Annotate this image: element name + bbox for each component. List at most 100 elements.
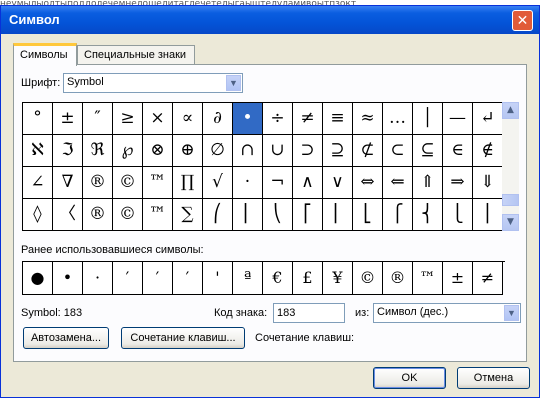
symbol-cell[interactable]: ⇑: [413, 167, 443, 199]
symbol-cell[interactable]: ℘: [113, 135, 143, 167]
symbol-cell[interactable]: ∉: [473, 135, 503, 167]
recent-symbol-cell[interactable]: •: [53, 262, 83, 295]
scroll-up-icon[interactable]: ▲: [502, 102, 519, 119]
scroll-down-icon[interactable]: ▼: [502, 214, 519, 231]
symbol-cell[interactable]: ·: [233, 167, 263, 199]
symbol-cell[interactable]: ⊃: [293, 135, 323, 167]
symbol-cell[interactable]: ℑ: [53, 135, 83, 167]
symbol-cell[interactable]: ⇒: [443, 167, 473, 199]
recent-symbol-cell[interactable]: ′: [173, 262, 203, 295]
symbol-cell[interactable]: ⎣: [353, 199, 383, 231]
symbol-cell[interactable]: ∏: [173, 167, 203, 199]
font-select[interactable]: Symbol ▼: [63, 73, 243, 93]
symbol-cell[interactable]: ®: [83, 199, 113, 231]
symbol-cell[interactable]: ⎧: [383, 199, 413, 231]
recent-symbol-cell[interactable]: ©: [353, 262, 383, 295]
symbol-cell[interactable]: ⎩: [443, 199, 473, 231]
recent-symbol-cell[interactable]: €: [263, 262, 293, 295]
chevron-down-icon[interactable]: ▼: [504, 305, 519, 321]
symbol-cell[interactable]: ⎝: [263, 199, 293, 231]
symbol-cell[interactable]: ⇓: [473, 167, 503, 199]
code-input[interactable]: 183: [273, 303, 345, 323]
recent-symbol-cell[interactable]: ≠: [473, 262, 503, 295]
symbol-cell[interactable]: ×: [143, 103, 173, 135]
symbol-cell[interactable]: ⎢: [323, 199, 353, 231]
recent-symbol-cell[interactable]: ¥: [323, 262, 353, 295]
symbol-cell[interactable]: ℜ: [83, 135, 113, 167]
symbol-cell[interactable]: ≥: [113, 103, 143, 135]
symbol-cell[interactable]: ⊄: [353, 135, 383, 167]
recent-symbol-cell[interactable]: ±: [443, 262, 473, 295]
shortcut-key-button[interactable]: Сочетание клавиш...: [121, 327, 245, 349]
symbol-cell[interactable]: ⎨: [413, 199, 443, 231]
symbol-cell[interactable]: ≡: [323, 103, 353, 135]
symbol-cell[interactable]: ⊆: [413, 135, 443, 167]
symbol-cell[interactable]: ⊂: [383, 135, 413, 167]
symbol-cell[interactable]: ⎡: [293, 199, 323, 231]
recent-symbol-cell[interactable]: ●: [23, 262, 53, 295]
symbol-cell[interactable]: √: [203, 167, 233, 199]
encoding-select[interactable]: Символ (дес.) ▼: [373, 303, 521, 323]
ok-button[interactable]: OK: [373, 367, 446, 389]
recent-symbol-cell[interactable]: ′: [113, 262, 143, 295]
symbol-cell[interactable]: ℵ: [23, 135, 53, 167]
tab-symbols[interactable]: Символы: [13, 43, 77, 66]
recent-symbol-cell[interactable]: ': [203, 262, 233, 295]
scroll-thumb[interactable]: [502, 194, 519, 206]
symbol-cell[interactable]: ∨: [323, 167, 353, 199]
symbol-cell[interactable]: 〈: [53, 199, 83, 231]
recent-symbol-cell[interactable]: ′: [143, 262, 173, 295]
symbol-cell[interactable]: ∇: [53, 167, 83, 199]
symbol-cell[interactable]: ∧: [293, 167, 323, 199]
cancel-button[interactable]: Отмена: [457, 367, 530, 389]
close-button[interactable]: ✕: [512, 10, 533, 31]
symbol-cell[interactable]: ∩: [233, 135, 263, 167]
symbol-cell[interactable]: ∑: [173, 199, 203, 231]
autocorrect-button[interactable]: Автозамена...: [23, 327, 109, 349]
symbol-cell[interactable]: ◊: [23, 199, 53, 231]
symbol-cell[interactable]: ≠: [293, 103, 323, 135]
symbol-cell[interactable]: ©: [113, 167, 143, 199]
symbol-cell[interactable]: —: [443, 103, 473, 135]
symbol-cell[interactable]: ∅: [203, 135, 233, 167]
symbol-cell[interactable]: …: [383, 103, 413, 135]
symbol-cell[interactable]: ⊗: [143, 135, 173, 167]
recent-symbols-label: Ранее использовавшиеся символы:: [21, 244, 204, 256]
symbol-cell[interactable]: ∝: [173, 103, 203, 135]
symbol-cell[interactable]: ⎜: [233, 199, 263, 231]
dialog-title: Символ: [9, 12, 60, 27]
symbol-cell[interactable]: ⎛: [203, 199, 233, 231]
recent-symbol-cell[interactable]: £: [293, 262, 323, 295]
symbol-cell[interactable]: ©: [113, 199, 143, 231]
tab-special-characters[interactable]: Специальные знаки: [77, 45, 195, 64]
symbol-cell[interactable]: ™: [143, 199, 173, 231]
recent-symbol-cell[interactable]: ™: [413, 262, 443, 295]
recent-symbol-cell[interactable]: ®: [383, 262, 413, 295]
symbol-cell[interactable]: ⎪: [473, 199, 503, 231]
symbol-cell[interactable]: │: [413, 103, 443, 135]
symbol-cell[interactable]: ⇐: [383, 167, 413, 199]
symbol-grid-scrollbar[interactable]: ▲ ▼: [502, 102, 519, 231]
encoding-select-value: Символ (дес.): [377, 306, 449, 318]
recent-symbol-cell[interactable]: ª: [233, 262, 263, 295]
symbol-cell[interactable]: ↵: [473, 103, 503, 135]
symbol-cell[interactable]: ¬: [263, 167, 293, 199]
symbol-cell[interactable]: ″: [83, 103, 113, 135]
symbol-cell[interactable]: ∈: [443, 135, 473, 167]
symbol-cell[interactable]: ±: [53, 103, 83, 135]
recent-symbol-cell[interactable]: ·: [83, 262, 113, 295]
symbol-cell[interactable]: ®: [83, 167, 113, 199]
symbol-cell[interactable]: ∠: [23, 167, 53, 199]
symbol-cell[interactable]: ∂: [203, 103, 233, 135]
symbol-cell[interactable]: ∪: [263, 135, 293, 167]
title-bar[interactable]: Символ ✕: [1, 6, 539, 34]
symbol-cell[interactable]: •: [233, 103, 263, 135]
symbol-cell[interactable]: ⇔: [353, 167, 383, 199]
symbol-cell[interactable]: ⊇: [323, 135, 353, 167]
chevron-down-icon[interactable]: ▼: [226, 75, 241, 91]
symbol-cell[interactable]: ÷: [263, 103, 293, 135]
symbol-cell[interactable]: ⊕: [173, 135, 203, 167]
symbol-cell[interactable]: °: [23, 103, 53, 135]
symbol-cell[interactable]: ™: [143, 167, 173, 199]
symbol-cell[interactable]: ≈: [353, 103, 383, 135]
